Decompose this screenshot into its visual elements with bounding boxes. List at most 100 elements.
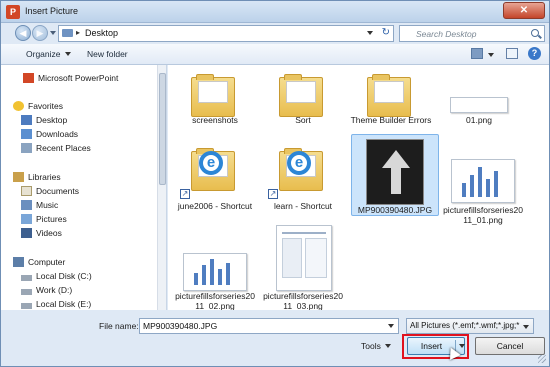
image-thumbnail	[450, 97, 508, 113]
file-item-learn-shortcut[interactable]: e ↗ learn - Shortcut	[262, 133, 344, 211]
breadcrumb-chevron-icon[interactable]: ▸	[76, 28, 80, 37]
breadcrumb-desktop[interactable]: Desktop	[85, 28, 118, 38]
search-icon[interactable]	[531, 29, 539, 37]
sidebar-item-work-d[interactable]: Work (D:)	[21, 285, 72, 298]
file-item-01-png[interactable]: 01.png	[438, 47, 520, 125]
image-thumbnail	[183, 253, 247, 291]
file-name: learn - Shortcut	[273, 201, 333, 211]
sidebar-item-label: Music	[36, 200, 59, 210]
shortcut-arrow-icon: ↗	[268, 189, 278, 199]
arrow-up-icon	[382, 150, 410, 168]
search-placeholder: Search Desktop	[416, 29, 477, 39]
close-button[interactable]: ✕	[503, 2, 545, 19]
recent-locations-dropdown[interactable]	[50, 31, 56, 35]
chevron-down-icon[interactable]	[388, 324, 394, 328]
sidebar-item-local-disk-c[interactable]: Local Disk (C:)	[21, 271, 92, 284]
scrollbar-thumb[interactable]	[159, 73, 166, 185]
sidebar-item-label: Favorites	[28, 101, 63, 111]
videos-icon	[21, 228, 32, 238]
star-icon	[13, 101, 24, 111]
sidebar-item-recent-places[interactable]: Recent Places	[21, 143, 91, 156]
file-item-picturefillsforseries2011-02[interactable]: picturefillsforseries2011_02.png	[174, 223, 256, 311]
sidebar-item-music[interactable]: Music	[21, 200, 58, 213]
folder-icon	[279, 74, 323, 117]
navigation-scrollbar[interactable]	[157, 65, 166, 310]
desktop-icon	[21, 115, 32, 125]
file-list: screenshots Sort Theme Builder Errors 01…	[168, 65, 549, 311]
navigation-bar: ◀ ▶ ▸ Desktop ↻ Search Desktop	[1, 23, 549, 43]
sidebar-item-desktop[interactable]: Desktop	[21, 115, 67, 128]
tools-label: Tools	[361, 341, 381, 351]
sidebar-item-label: Libraries	[28, 172, 61, 182]
file-name: MP900390480.JPG	[357, 205, 433, 215]
address-bar[interactable]: ▸ Desktop ↻	[58, 25, 394, 42]
internet-explorer-icon: e	[199, 151, 223, 175]
help-icon[interactable]: ?	[528, 47, 541, 60]
documents-icon	[21, 186, 32, 196]
file-name: 01.png	[466, 115, 492, 125]
sidebar-item-videos[interactable]: Videos	[21, 228, 62, 241]
tools-menu-button[interactable]: Tools	[361, 341, 391, 351]
folder-icon	[367, 74, 411, 117]
title-bar[interactable]: P Insert Picture ✕	[1, 1, 549, 23]
file-name: june2006 - Shortcut	[177, 201, 253, 211]
powerpoint-app-icon: P	[6, 5, 20, 19]
file-item-screenshots[interactable]: screenshots	[174, 47, 256, 125]
sidebar-item-downloads[interactable]: Downloads	[21, 129, 78, 142]
internet-explorer-icon: e	[287, 151, 311, 175]
drive-icon	[21, 303, 32, 309]
file-item-mp900390480-jpg[interactable]: MP900390480.JPG	[351, 134, 439, 216]
address-dropdown-icon[interactable]	[367, 31, 373, 35]
sidebar-item-label: Microsoft PowerPoint	[38, 73, 119, 83]
image-thumbnail	[276, 225, 332, 291]
drive-icon	[21, 289, 32, 295]
organize-label: Organize	[26, 49, 61, 59]
file-name-label: File name:	[99, 321, 139, 331]
sidebar-item-label: Local Disk (E:)	[36, 299, 92, 309]
insert-picture-dialog: P Insert Picture ✕ ◀ ▶ ▸ Desktop ↻ Searc…	[0, 0, 550, 367]
chevron-down-icon	[64, 52, 71, 56]
chevron-down-icon	[384, 344, 391, 348]
sidebar-item-favorites[interactable]: Favorites	[13, 101, 63, 114]
file-item-picturefillsforseries2011-01[interactable]: picturefillsforseries2011_01.png	[442, 137, 524, 225]
shortcut-arrow-icon: ↗	[180, 189, 190, 199]
refresh-icon[interactable]: ↻	[382, 27, 390, 38]
image-thumbnail	[451, 159, 515, 203]
sidebar-item-label: Recent Places	[36, 143, 91, 153]
file-name-input[interactable]: MP900390480.JPG	[139, 318, 399, 334]
file-name-value: MP900390480.JPG	[143, 321, 218, 331]
sidebar-item-libraries[interactable]: Libraries	[13, 172, 61, 185]
chevron-down-icon	[523, 325, 529, 329]
search-input[interactable]: Search Desktop	[399, 25, 545, 42]
file-name: picturefillsforseries2011_01.png	[443, 205, 523, 225]
music-icon	[21, 200, 32, 210]
sidebar-item-label: Local Disk (C:)	[36, 271, 92, 281]
file-item-picturefillsforseries2011-03[interactable]: picturefillsforseries2011_03.png	[262, 223, 344, 311]
dialog-footer: File name: MP900390480.JPG All Pictures …	[1, 310, 549, 366]
downloads-icon	[21, 129, 32, 139]
sidebar-item-label: Work (D:)	[36, 285, 73, 295]
sidebar-item-label: Pictures	[36, 214, 67, 224]
sidebar-item-documents[interactable]: Documents	[21, 186, 79, 199]
sidebar-item-label: Videos	[36, 228, 62, 238]
file-item-sort[interactable]: Sort	[262, 47, 344, 125]
new-folder-button[interactable]: New folder	[87, 49, 128, 59]
drive-icon	[21, 275, 32, 281]
cancel-button[interactable]: Cancel	[475, 337, 545, 355]
organize-button[interactable]: Organize	[26, 49, 71, 59]
resize-grip-icon[interactable]	[538, 355, 546, 363]
sidebar-item-computer[interactable]: Computer	[13, 257, 65, 270]
file-name: picturefillsforseries2011_02.png	[175, 291, 255, 311]
forward-button[interactable]: ▶	[32, 25, 48, 41]
file-item-june2006-shortcut[interactable]: e ↗ june2006 - Shortcut	[174, 133, 256, 211]
powerpoint-icon	[23, 73, 34, 83]
file-name: picturefillsforseries2011_03.png	[263, 291, 343, 311]
sidebar-item-label: Desktop	[36, 115, 68, 125]
sidebar-item-powerpoint[interactable]: Microsoft PowerPoint	[23, 73, 118, 86]
back-button[interactable]: ◀	[15, 25, 31, 41]
file-type-filter-select[interactable]: All Pictures (*.emf;*.wmf;*.jpg;*	[406, 318, 534, 334]
sidebar-item-label: Computer	[28, 257, 66, 267]
file-item-theme-builder-errors[interactable]: Theme Builder Errors	[350, 47, 432, 125]
sidebar-item-pictures[interactable]: Pictures	[21, 214, 67, 227]
folder-icon	[62, 29, 73, 37]
